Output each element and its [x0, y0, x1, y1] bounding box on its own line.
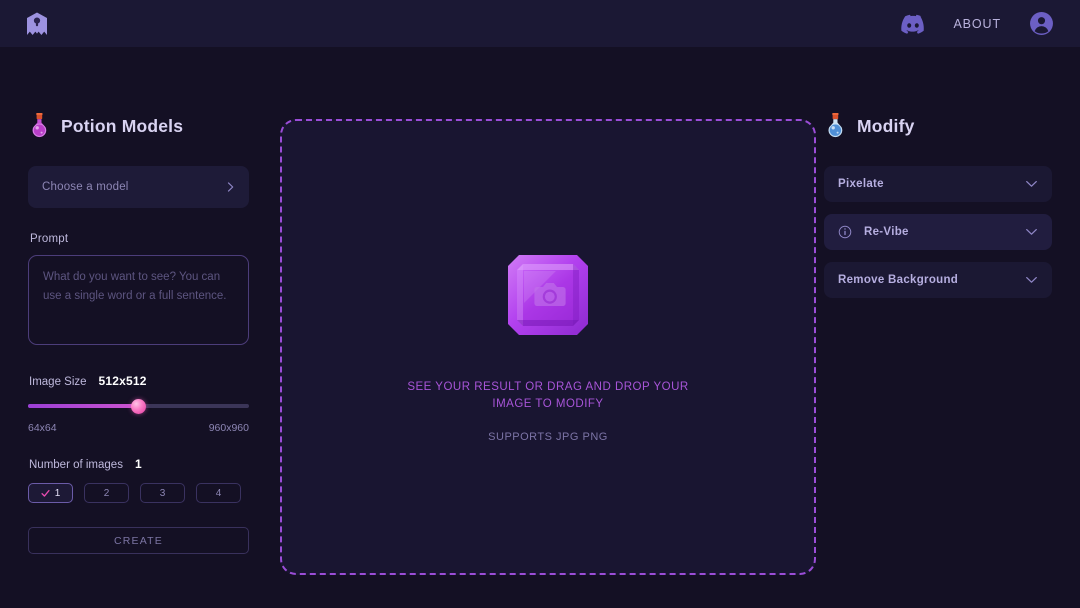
image-dropzone[interactable]: SEE YOUR RESULT OR DRAG AND DROP YOUR IM…	[280, 119, 816, 575]
count-option-3[interactable]: 3	[140, 483, 185, 503]
chevron-down-icon	[1026, 228, 1037, 235]
prompt-input[interactable]	[28, 255, 249, 345]
number-of-images-options: 1 2 3 4	[28, 483, 249, 503]
slider-range-labels: 64x64 960x960	[28, 422, 249, 434]
page-title: Potion Models	[61, 115, 184, 136]
left-panel: Potion Models Choose a model Prompt Imag…	[0, 47, 272, 554]
account-icon[interactable]	[1029, 11, 1054, 36]
image-size-slider[interactable]	[28, 398, 249, 414]
image-size-value: 512x512	[98, 374, 147, 388]
slider-min-label: 64x64	[28, 422, 57, 434]
discord-icon[interactable]	[901, 12, 925, 36]
number-of-images-label: Number of images	[29, 459, 123, 471]
dropzone-sub-text: SUPPORTS JPG PNG	[488, 430, 608, 443]
top-header: ABOUT	[0, 0, 1080, 47]
image-size-block: Image Size 512x512 64x64 960x960	[28, 374, 249, 434]
potion-models-heading: Potion Models	[28, 113, 272, 139]
count-option-2[interactable]: 2	[84, 483, 129, 503]
info-icon[interactable]	[838, 225, 852, 239]
accordion-item-re-vibe-label: Re-Vibe	[864, 226, 909, 238]
slider-fill	[28, 404, 139, 408]
number-of-images-block: Number of images 1 1 2 3 4	[28, 457, 249, 503]
number-of-images-header: Number of images 1	[29, 457, 249, 471]
chevron-right-icon	[227, 182, 234, 192]
chevron-down-icon	[1026, 180, 1037, 187]
gem-camera-icon	[508, 255, 588, 336]
count-option-1-label: 1	[54, 487, 61, 499]
potion-flask-blue-icon	[828, 113, 843, 138]
about-link[interactable]: ABOUT	[953, 17, 1001, 31]
chevron-down-icon	[1026, 276, 1037, 283]
accordion-item-re-vibe[interactable]: Re-Vibe	[824, 214, 1052, 250]
prompt-label: Prompt	[30, 233, 69, 245]
count-option-1[interactable]: 1	[28, 483, 73, 503]
slider-thumb[interactable]	[131, 398, 146, 414]
accordion-item-pixelate-label: Pixelate	[838, 178, 884, 190]
right-panel: Modify Pixelate Re-Vibe Remove Backgroun…	[824, 47, 1080, 298]
potion-flask-icon	[32, 113, 47, 138]
create-button[interactable]: CREATE	[28, 527, 249, 554]
center-panel: SEE YOUR RESULT OR DRAG AND DROP YOUR IM…	[272, 47, 824, 575]
count-option-2-label: 2	[103, 487, 110, 499]
count-option-3-label: 3	[159, 487, 166, 499]
modify-title: Modify	[857, 115, 915, 136]
image-size-label: Image Size	[29, 376, 87, 388]
dropzone-main-text: SEE YOUR RESULT OR DRAG AND DROP YOUR IM…	[407, 381, 689, 410]
count-option-4[interactable]: 4	[196, 483, 241, 503]
accordion-item-remove-background[interactable]: Remove Background	[824, 262, 1052, 298]
model-select[interactable]: Choose a model	[28, 166, 249, 208]
count-option-4-label: 4	[215, 487, 222, 499]
main-layout: Potion Models Choose a model Prompt Imag…	[0, 47, 1080, 608]
modify-accordion: Pixelate Re-Vibe Remove Background	[824, 166, 1052, 298]
slider-max-label: 960x960	[208, 422, 249, 434]
image-size-header: Image Size 512x512	[29, 374, 249, 388]
number-of-images-value: 1	[134, 457, 142, 471]
modify-heading: Modify	[824, 113, 1052, 139]
header-actions: ABOUT	[901, 11, 1054, 36]
ghost-logo-icon[interactable]	[24, 11, 50, 37]
model-select-label: Choose a model	[42, 181, 129, 193]
check-icon	[41, 489, 50, 497]
accordion-item-remove-background-label: Remove Background	[838, 274, 959, 286]
accordion-item-pixelate[interactable]: Pixelate	[824, 166, 1052, 202]
